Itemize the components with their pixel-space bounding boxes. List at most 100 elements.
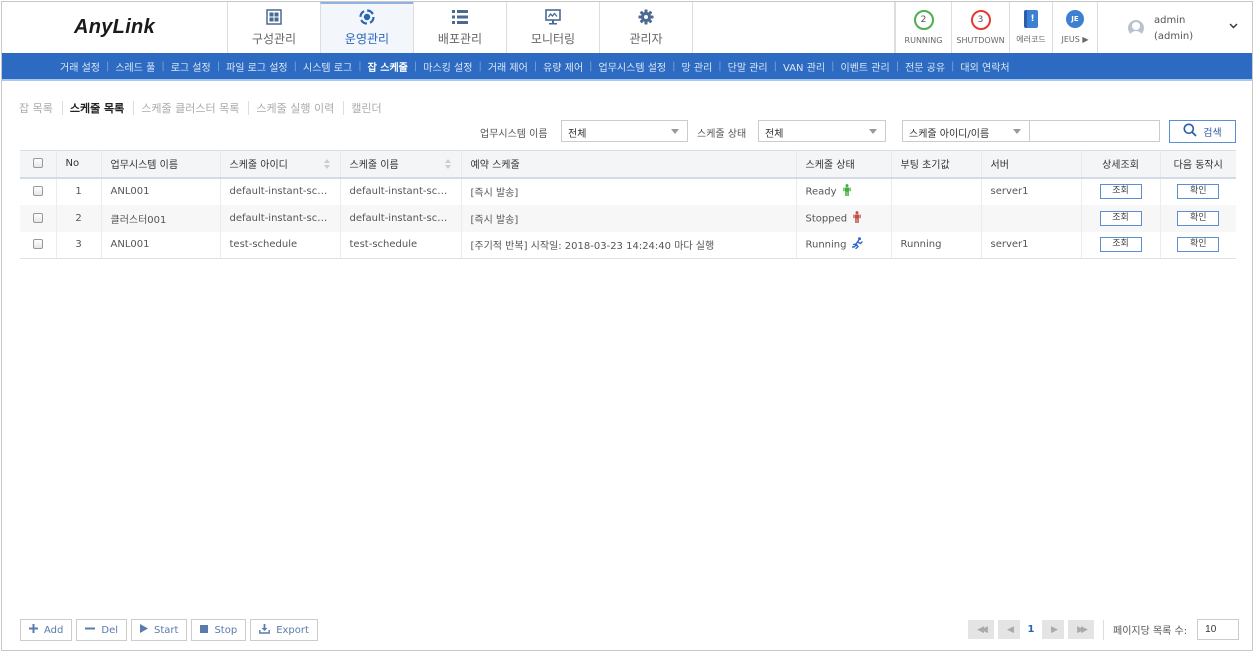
list-icon — [451, 8, 469, 26]
chevron-down-icon — [1229, 21, 1238, 32]
content-tab[interactable]: 잡 목록 — [19, 100, 53, 116]
subnav-item[interactable]: VAN 관리 — [783, 59, 825, 74]
sort-icon[interactable] — [323, 159, 330, 170]
col-schedule-id[interactable]: 스케줄 아이디 — [219, 150, 340, 179]
search-button[interactable]: 검색 — [1169, 120, 1236, 143]
col-status[interactable]: 스케줄 상태 — [795, 150, 891, 179]
row-checkbox[interactable] — [32, 212, 43, 223]
delete-button[interactable]: Del — [76, 619, 128, 641]
subnav-item[interactable]: 전문 공유 — [905, 59, 945, 74]
last-page-button[interactable]: ▶▶ — [1068, 620, 1094, 639]
system-select[interactable]: 전체 — [561, 120, 688, 142]
start-button[interactable]: Start — [131, 619, 188, 641]
subnav-item[interactable]: 스레드 풀 — [115, 59, 155, 74]
cell-server: server1 — [980, 177, 1081, 205]
detail-button[interactable]: 조회 — [1099, 210, 1142, 226]
row-select-cell — [20, 204, 56, 232]
running-status[interactable]: 2 RUNNING — [895, 2, 951, 53]
confirm-button[interactable]: 확인 — [1177, 237, 1220, 253]
detail-button[interactable]: 조회 — [1099, 237, 1142, 253]
table-row[interactable]: 2 클러스터001 default-instant-sched... defau… — [20, 204, 1236, 232]
cell-schedule-id: default-instant-sched... — [219, 177, 340, 205]
next-page-button[interactable]: ▶ — [1042, 620, 1064, 639]
subnav-item[interactable]: 단말 관리 — [728, 59, 768, 74]
grid-icon — [265, 8, 283, 26]
action-buttons: Add Del Start Stop Export — [20, 619, 318, 641]
shutdown-status[interactable]: 3 SHUTDOWN — [951, 2, 1009, 53]
per-page-input[interactable] — [1197, 619, 1240, 640]
table-row[interactable]: 3 ANL001 test-schedule test-schedule [주기… — [20, 231, 1236, 259]
select-all-header — [20, 150, 56, 179]
status-text: Running — [805, 239, 847, 251]
subnav-item[interactable]: 파일 로그 설정 — [226, 59, 288, 74]
double-right-arrow-icon: ▶▶ — [1077, 624, 1088, 635]
detail-button[interactable]: 조회 — [1099, 184, 1142, 199]
row-checkbox[interactable] — [32, 239, 43, 250]
cell-system: ANL001 — [100, 177, 220, 205]
subnav-separator: | — [718, 60, 722, 72]
cell-no: 1 — [55, 177, 101, 205]
jeus-label: JEUS ▶ — [1061, 35, 1089, 44]
monitor-icon — [544, 8, 562, 26]
col-boot-default[interactable]: 부팅 초기값 — [890, 150, 981, 179]
first-page-button[interactable]: ◀◀ — [968, 620, 994, 639]
subnav-item[interactable]: 시스템 로그 — [303, 59, 352, 74]
nav-tab-configuration[interactable]: 구성관리 — [227, 2, 320, 53]
user-name: admin — [1154, 15, 1186, 26]
nav-tab-admin[interactable]: 관리자 — [599, 2, 692, 53]
nav-tab-monitoring[interactable]: 모니터링 — [506, 2, 599, 53]
user-menu[interactable]: admin (admin) — [1097, 2, 1252, 53]
double-left-arrow-icon: ◀◀ — [977, 624, 988, 635]
jeus-button[interactable]: JE JEUS ▶ — [1052, 2, 1097, 53]
content-tab[interactable]: 스케줄 목록 — [70, 100, 124, 116]
content-tab[interactable]: 캘린더 — [351, 100, 381, 116]
export-button[interactable]: Export — [250, 619, 318, 641]
subnav-item[interactable]: 거래 설정 — [60, 59, 100, 74]
confirm-button[interactable]: 확인 — [1177, 210, 1220, 226]
col-schedule-name[interactable]: 스케줄 이름 — [339, 150, 461, 179]
sort-icon[interactable] — [444, 159, 451, 170]
add-button[interactable]: Add — [20, 619, 73, 641]
col-no[interactable]: No — [55, 150, 101, 179]
subnav-item[interactable]: 이벤트 관리 — [841, 59, 890, 74]
subnav-item[interactable]: 대외 연락처 — [960, 59, 1009, 74]
status-select-value: 전체 — [765, 129, 784, 140]
subnav-item[interactable]: 잡 스케줄 — [368, 59, 408, 74]
cell-detail: 조회 — [1080, 177, 1160, 205]
error-book-icon: ! — [1024, 10, 1038, 28]
nav-tab-operations[interactable]: 운영관리 — [320, 2, 413, 53]
content-tab[interactable]: 스케줄 실행 이력 — [256, 100, 334, 116]
search-input[interactable] — [1029, 120, 1160, 142]
nav-tab-deployment[interactable]: 배포관리 — [413, 2, 506, 53]
subnav-item[interactable]: 망 관리 — [682, 59, 713, 74]
error-code-button[interactable]: ! 에러코드 — [1009, 2, 1052, 53]
prev-page-button[interactable]: ◀ — [998, 620, 1020, 639]
tab-separator — [343, 101, 345, 115]
col-system[interactable]: 업무시스템 이름 — [100, 150, 220, 179]
subnav-item[interactable]: 유량 제어 — [543, 59, 583, 74]
stop-button[interactable]: Stop — [191, 619, 247, 641]
subnav-item[interactable]: 업무시스템 설정 — [599, 59, 667, 74]
subnav-item[interactable]: 로그 설정 — [171, 59, 211, 74]
status-select[interactable]: 전체 — [758, 120, 886, 142]
subnav-item[interactable]: 마스킹 설정 — [423, 59, 472, 74]
current-page[interactable]: 1 — [1024, 624, 1038, 635]
error-code-label: 에러코드 — [1016, 35, 1046, 44]
search-button-label: 검색 — [1203, 128, 1222, 139]
content-tab[interactable]: 스케줄 클러스터 목록 — [141, 100, 239, 116]
logo[interactable]: AnyLink — [2, 2, 227, 53]
plus-icon — [29, 624, 38, 636]
col-detail: 상세조회 — [1080, 150, 1160, 179]
col-reservation[interactable]: 예약 스케줄 — [460, 150, 796, 179]
table-row[interactable]: 1 ANL001 default-instant-sched... defaul… — [20, 177, 1236, 205]
status-filter-label: 스케줄 상태 — [697, 129, 747, 140]
row-checkbox[interactable] — [32, 186, 43, 196]
subnav-item[interactable]: 거래 제어 — [488, 59, 528, 74]
cell-boot-default — [890, 204, 981, 232]
col-server[interactable]: 서버 — [980, 150, 1081, 179]
select-all-checkbox[interactable] — [32, 158, 43, 169]
subnav-separator: | — [105, 60, 110, 72]
search-type-select[interactable]: 스케줄 아이디/이름 — [902, 120, 1030, 142]
nav-tab-label: 관리자 — [629, 32, 663, 46]
confirm-button[interactable]: 확인 — [1177, 184, 1220, 199]
